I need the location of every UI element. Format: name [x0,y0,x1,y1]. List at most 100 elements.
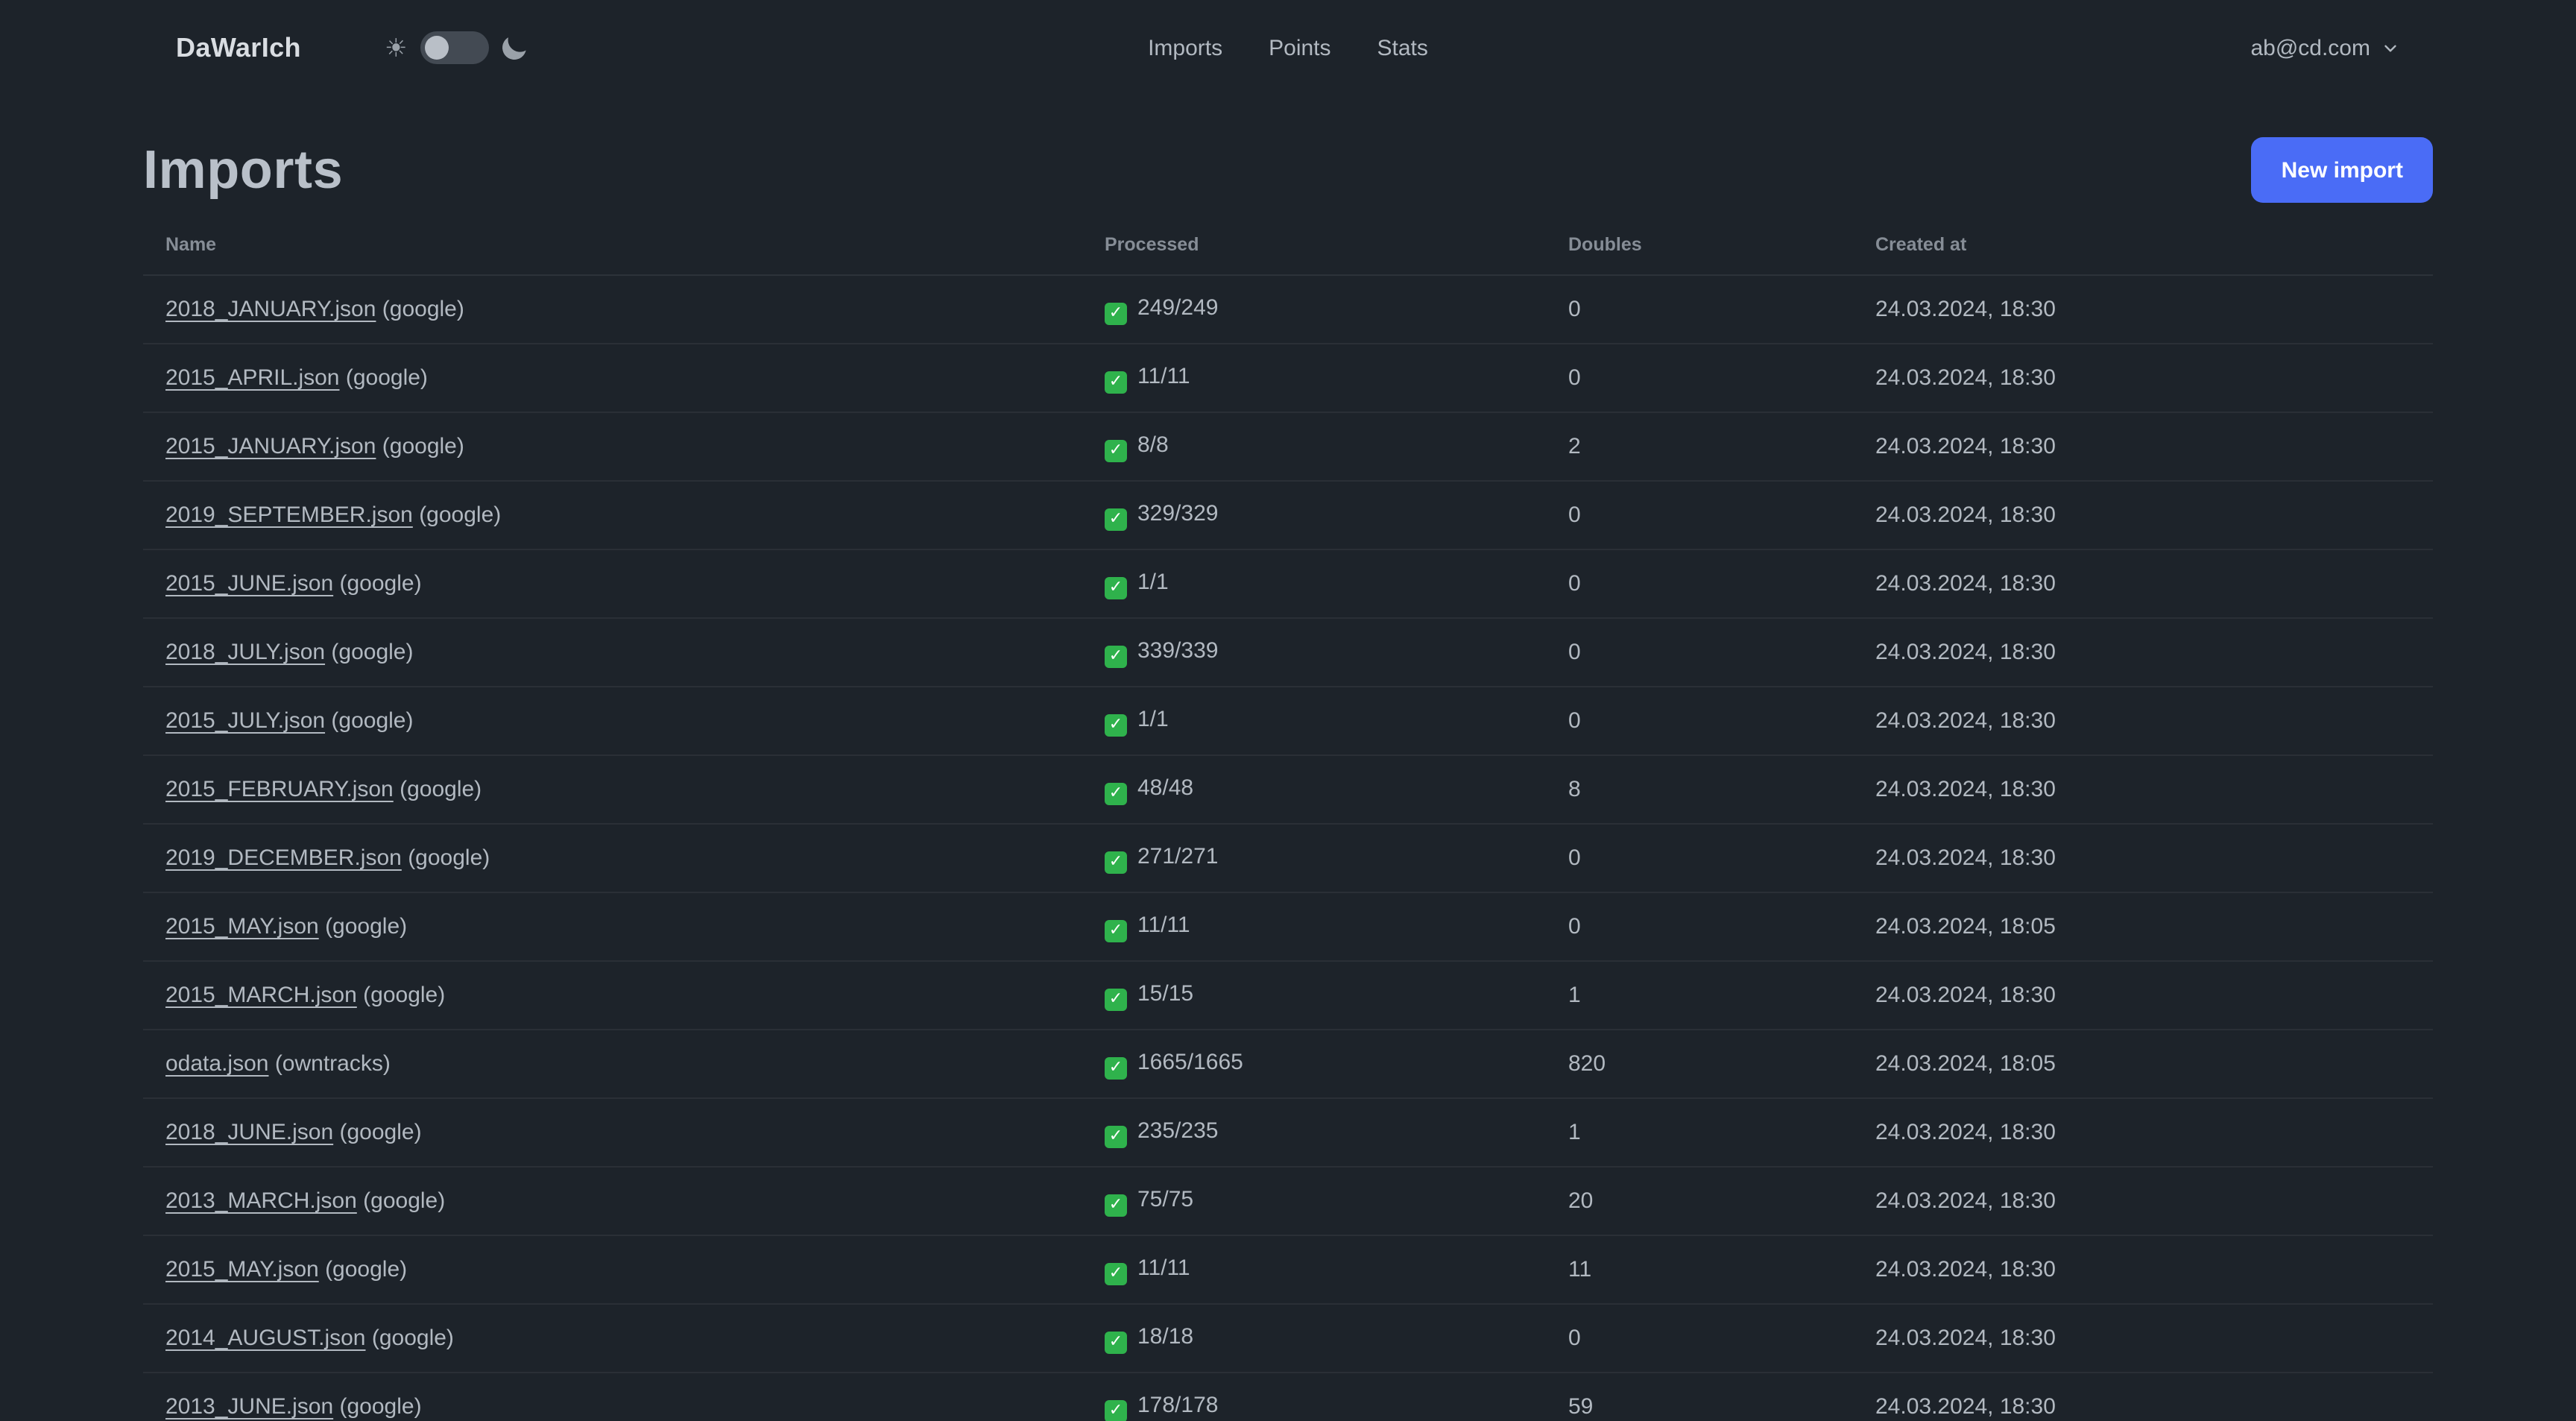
processed-cell: ✓ 18/18 [1082,1304,1546,1373]
import-file-link[interactable]: 2015_JANUARY.json [165,434,376,459]
table-row: 2019_DECEMBER.json (google) ✓ 271/271 0 2… [143,824,2433,893]
import-file-link[interactable]: 2013_JUNE.json [165,1394,333,1420]
table-row: 2015_JUNE.json (google) ✓ 1/1 0 24.03.202… [143,549,2433,619]
check-icon: ✓ [1105,1331,1127,1353]
import-file-link[interactable]: 2015_MAY.json [165,914,319,939]
processed-cell: ✓ 15/15 [1082,961,1546,1030]
table-row: 2015_MAY.json (google) ✓ 11/11 0 24.03.20… [143,892,2433,962]
theme-switch[interactable] [420,31,490,64]
check-icon: ✓ [1105,439,1127,461]
created-at-cell: 24.03.2024, 18:30 [1853,687,2433,756]
doubles-cell: 11 [1546,1235,1853,1305]
created-at-cell: 24.03.2024, 18:30 [1853,824,2433,893]
processed-count: 11/11 [1137,363,1190,388]
nav-link-stats[interactable]: Stats [1377,35,1428,60]
name-cell: 2015_JANUARY.json (google) [143,412,1082,482]
import-file-link[interactable]: 2015_MARCH.json [165,983,357,1008]
created-at-cell: 24.03.2024, 18:05 [1853,892,2433,962]
check-icon: ✓ [1105,371,1127,393]
import-source: (google) [363,983,446,1008]
import-file-link[interactable]: 2014_AUGUST.json [165,1326,366,1351]
theme-toggle: ☀ [385,31,527,64]
doubles-cell: 0 [1546,344,1853,413]
processed-cell: ✓ 1665/1665 [1082,1030,1546,1099]
name-cell: 2019_SEPTEMBER.json (google) [143,481,1082,550]
import-source: (google) [331,708,414,734]
brand-logo[interactable]: DaWarIch [176,32,301,63]
created-at-cell: 24.03.2024, 18:30 [1853,1373,2433,1421]
doubles-cell: 1 [1546,961,1853,1030]
table-row: 2013_JUNE.json (google) ✓ 178/178 59 24.0… [143,1373,2433,1421]
import-source: (google) [408,845,490,871]
import-file-link[interactable]: 2013_MARCH.json [165,1188,357,1214]
import-file-link[interactable]: 2015_JUNE.json [165,571,333,596]
processed-count: 11/11 [1137,1255,1190,1280]
import-source: (google) [382,434,464,459]
processed-cell: ✓ 11/11 [1082,892,1546,962]
processed-cell: ✓ 339/339 [1082,618,1546,687]
import-source: (google) [325,1257,408,1282]
table-row: odata.json (owntracks) ✓ 1665/1665 820 24… [143,1030,2433,1099]
theme-switch-knob [425,36,449,60]
table-row: 2015_FEBRUARY.json (google) ✓ 48/48 8 24.… [143,755,2433,825]
column-header-created-at: Created at [1853,215,2433,276]
table-row: 2013_MARCH.json (google) ✓ 75/75 20 24.03… [143,1167,2433,1236]
name-cell: 2015_MARCH.json (google) [143,961,1082,1030]
nav-link-imports[interactable]: Imports [1148,35,1222,60]
moon-icon [500,33,529,62]
import-file-link[interactable]: 2018_JULY.json [165,640,325,665]
created-at-cell: 24.03.2024, 18:30 [1853,275,2433,344]
table-row: 2018_JUNE.json (google) ✓ 235/235 1 24.03… [143,1098,2433,1168]
import-file-link[interactable]: 2019_DECEMBER.json [165,845,402,871]
import-file-link[interactable]: 2015_FEBRUARY.json [165,777,394,802]
table-row: 2018_JULY.json (google) ✓ 339/339 0 24.03… [143,618,2433,687]
import-source: (google) [339,571,422,596]
created-at-cell: 24.03.2024, 18:30 [1853,344,2433,413]
created-at-cell: 24.03.2024, 18:30 [1853,549,2433,619]
name-cell: 2019_DECEMBER.json (google) [143,824,1082,893]
processed-count: 48/48 [1137,775,1194,800]
import-file-link[interactable]: 2015_APRIL.json [165,365,340,391]
import-file-link[interactable]: 2018_JANUARY.json [165,297,376,322]
name-cell: 2018_JULY.json (google) [143,618,1082,687]
import-source: (google) [371,1326,454,1351]
import-source: (owntracks) [274,1051,391,1077]
check-icon: ✓ [1105,645,1127,667]
import-source: (google) [363,1188,446,1214]
navbar-right: ab@cd.com [2250,35,2400,60]
table-row: 2014_AUGUST.json (google) ✓ 18/18 0 24.03… [143,1304,2433,1373]
import-file-link[interactable]: 2019_SEPTEMBER.json [165,502,413,528]
doubles-cell: 0 [1546,1304,1853,1373]
nav-link-points[interactable]: Points [1269,35,1330,60]
processed-count: 1665/1665 [1137,1049,1243,1074]
table-row: 2015_JULY.json (google) ✓ 1/1 0 24.03.202… [143,687,2433,756]
import-file-link[interactable]: 2015_JULY.json [165,708,325,734]
created-at-cell: 24.03.2024, 18:30 [1853,1167,2433,1236]
created-at-cell: 24.03.2024, 18:30 [1853,618,2433,687]
imports-table-body: 2018_JANUARY.json (google) ✓ 249/249 0 24… [143,275,2433,1421]
processed-count: 1/1 [1137,569,1169,594]
table-row: 2019_SEPTEMBER.json (google) ✓ 329/329 0 … [143,481,2433,550]
account-menu[interactable]: ab@cd.com [2250,35,2400,60]
doubles-cell: 0 [1546,892,1853,962]
created-at-cell: 24.03.2024, 18:30 [1853,755,2433,825]
sun-icon: ☀ [384,34,408,62]
doubles-cell: 20 [1546,1167,1853,1236]
processed-count: 235/235 [1137,1118,1219,1143]
import-file-link[interactable]: 2015_MAY.json [165,1257,319,1282]
import-file-link[interactable]: odata.json [165,1051,268,1077]
imports-page: Imports New import Name Processed Double… [0,131,2576,1421]
processed-count: 15/15 [1137,980,1194,1006]
import-source: (google) [382,297,464,322]
column-header-doubles: Doubles [1546,215,1853,276]
processed-cell: ✓ 8/8 [1082,412,1546,482]
import-file-link[interactable]: 2018_JUNE.json [165,1120,333,1145]
doubles-cell: 8 [1546,755,1853,825]
processed-cell: ✓ 75/75 [1082,1167,1546,1236]
doubles-cell: 0 [1546,275,1853,344]
new-import-button[interactable]: New import [2251,137,2433,203]
created-at-cell: 24.03.2024, 18:30 [1853,1304,2433,1373]
processed-cell: ✓ 178/178 [1082,1373,1546,1421]
table-row: 2018_JANUARY.json (google) ✓ 249/249 0 24… [143,275,2433,344]
processed-count: 178/178 [1137,1392,1219,1417]
